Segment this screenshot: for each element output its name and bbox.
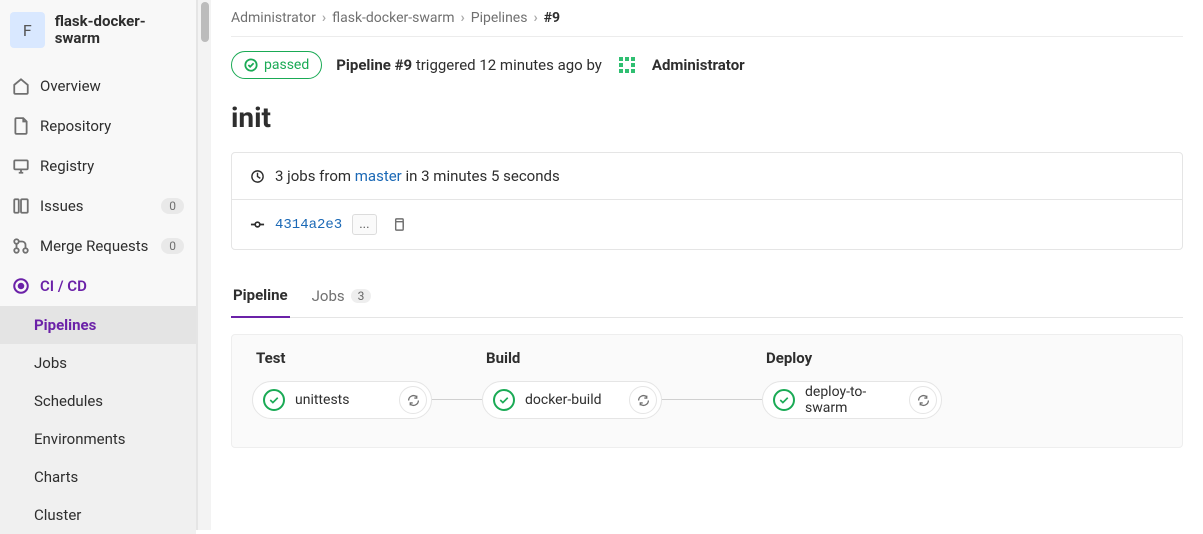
author-name[interactable]: Administrator [652,56,745,74]
sidebar-item-label: Merge Requests [40,237,148,255]
stage-title: Test [252,349,432,367]
status-text: passed [264,57,309,73]
retry-button[interactable] [909,386,937,414]
home-icon [12,77,30,95]
jobs-summary-row: 3 jobs from master in 3 minutes 5 second… [232,153,1182,199]
refresh-icon [407,394,420,407]
breadcrumb: Administrator › flask-docker-swarm › Pip… [231,10,1183,37]
subnav-charts[interactable]: Charts [0,458,196,496]
stage-deploy: Deploy deploy-to-swarm [762,349,942,419]
commit-icon [250,217,265,232]
pipeline-id: Pipeline #9 [336,56,412,74]
issues-count: 0 [161,198,184,214]
commit-sha-link[interactable]: 4314a2e3 [275,217,342,233]
sidebar-item-repository[interactable]: Repository [0,106,196,146]
mr-count: 0 [161,238,184,254]
subnav-schedules[interactable]: Schedules [0,382,196,420]
breadcrumb-item[interactable]: flask-docker-swarm [332,10,454,26]
job-name: unittests [295,392,389,408]
tab-jobs[interactable]: Jobs 3 [310,277,374,317]
breadcrumb-item[interactable]: Administrator [231,10,316,26]
trigger-text: triggered 12 minutes ago by [412,56,602,74]
status-passed-icon [773,389,795,411]
tab-jobs-label: Jobs [312,287,345,305]
expand-commit-button[interactable]: ... [352,214,376,235]
retry-button[interactable] [399,386,427,414]
commit-row: 4314a2e3 ... [232,199,1182,249]
stage-title: Deploy [762,349,942,367]
job-name: deploy-to-swarm [805,384,899,416]
sidebar-item-label: Issues [40,197,84,215]
jobs-summary-text: 3 jobs from master in 3 minutes 5 second… [275,167,560,185]
merge-icon [12,237,30,255]
subnav-cluster[interactable]: Cluster [0,496,196,534]
stage-connector [432,399,482,400]
subnav-pipelines[interactable]: Pipelines [0,306,196,344]
breadcrumb-item[interactable]: Pipelines [471,10,528,26]
pipeline-header-text: Pipeline #9 triggered 12 minutes ago by [336,56,602,74]
sidebar-item-merge-requests[interactable]: Merge Requests 0 [0,226,196,266]
status-badge-passed[interactable]: passed [231,51,322,79]
pipeline-info-panel: 3 jobs from master in 3 minutes 5 second… [231,152,1183,250]
copy-icon[interactable] [391,217,406,232]
chevron-right-icon: › [322,10,326,26]
project-avatar: F [10,12,45,48]
cicd-icon [12,277,30,295]
check-circle-icon [244,58,258,72]
file-icon [12,117,30,135]
pipeline-graph: Test unittests Build docker-build Depl [231,334,1183,448]
chevron-right-icon: › [533,10,537,26]
project-name: flask-docker-swarm [55,13,186,48]
sidebar-item-registry[interactable]: Registry [0,146,196,186]
sidebar-item-label: CI / CD [40,277,87,295]
stage-build: Build docker-build [482,349,662,419]
stages-row: Test unittests Build docker-build Depl [252,349,1162,419]
pipeline-header: passed Pipeline #9 triggered 12 minutes … [231,51,1183,79]
job-name: docker-build [525,392,619,408]
job-deploy-to-swarm[interactable]: deploy-to-swarm [762,381,942,419]
issues-icon [12,197,30,215]
tabs: Pipeline Jobs 3 [231,276,1183,318]
identicon-icon [616,54,638,76]
status-passed-icon [263,389,285,411]
sidebar: F flask-docker-swarm Overview Repository… [0,0,197,530]
stage-connector [662,399,762,400]
content-area: Administrator › flask-docker-swarm › Pip… [211,0,1203,530]
status-passed-icon [493,389,515,411]
chevron-right-icon: › [461,10,465,26]
tab-pipeline[interactable]: Pipeline [231,276,290,318]
breadcrumb-item: #9 [544,10,560,26]
jobs-prefix: 3 jobs from [275,167,355,185]
refresh-icon [917,394,930,407]
subnav-environments[interactable]: Environments [0,420,196,458]
sidebar-item-label: Overview [40,77,101,95]
sidebar-scrollbar[interactable] [197,0,211,530]
subnav-jobs[interactable]: Jobs [0,344,196,382]
author-avatar[interactable] [616,54,638,76]
stage-title: Build [482,349,662,367]
monitor-icon [12,157,30,175]
job-docker-build[interactable]: docker-build [482,381,662,419]
sidebar-item-label: Repository [40,117,111,135]
sidebar-item-cicd[interactable]: CI / CD [0,266,196,306]
job-unittests[interactable]: unittests [252,381,432,419]
sidebar-item-overview[interactable]: Overview [0,66,196,106]
clock-icon [250,169,265,184]
sidebar-item-issues[interactable]: Issues 0 [0,186,196,226]
project-header[interactable]: F flask-docker-swarm [0,0,196,66]
refresh-icon [637,394,650,407]
retry-button[interactable] [629,386,657,414]
sidebar-item-label: Registry [40,157,94,175]
sidebar-nav: Overview Repository Registry Issues 0 Me… [0,66,196,306]
jobs-suffix: in 3 minutes 5 seconds [402,167,560,185]
page-title: init [231,101,1183,134]
stage-test: Test unittests [252,349,432,419]
scrollbar-thumb[interactable] [201,2,209,42]
jobs-count-badge: 3 [351,289,372,303]
cicd-subnav: Pipelines Jobs Schedules Environments Ch… [0,306,196,534]
branch-link[interactable]: master [355,167,402,185]
